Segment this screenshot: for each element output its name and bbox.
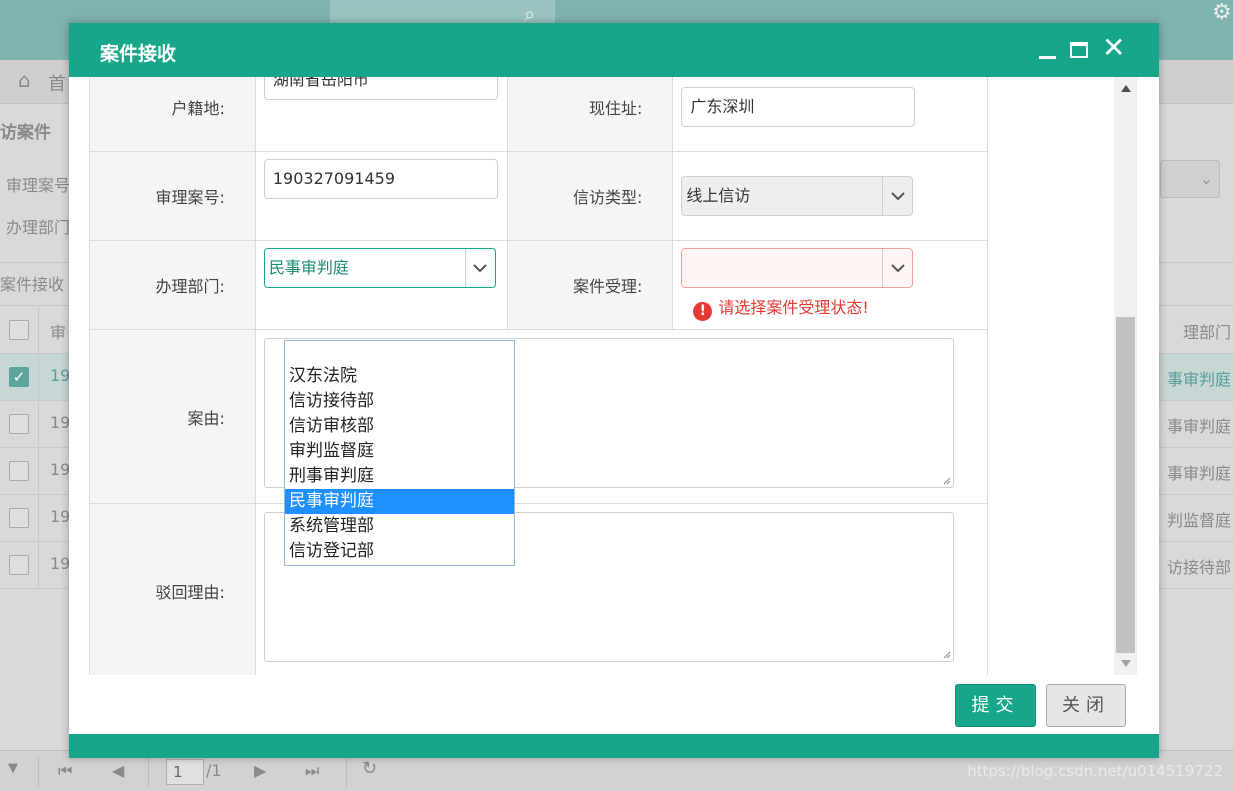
dialog-body[interactable]: 户籍地: 湖南省岳阳市 现住址: 广东深圳 审理案号: 190327091459… xyxy=(89,77,1138,675)
acceptance-select[interactable] xyxy=(681,248,914,288)
dropdown-option[interactable]: 信访登记部 xyxy=(285,539,514,564)
error-icon: ! xyxy=(693,302,713,321)
scroll-thumb[interactable] xyxy=(1116,317,1135,653)
dialog-header: 案件接收 ✕ xyxy=(69,23,1159,77)
row-checkbox[interactable] xyxy=(9,555,29,575)
reason-label: 案由: xyxy=(89,329,256,504)
acceptance-label: 案件受理: xyxy=(506,240,674,330)
row-checkbox[interactable] xyxy=(9,414,29,434)
grid-header-dept: 理部门 xyxy=(1182,323,1231,342)
chevron-down-icon[interactable] xyxy=(464,249,495,287)
gear-icon[interactable]: ⚙ xyxy=(1212,0,1232,25)
chevron-down-icon[interactable] xyxy=(882,249,912,287)
chevron-down-icon[interactable] xyxy=(882,177,912,215)
watermark: https://blog.csdn.net/u014519722 xyxy=(967,762,1223,780)
row-checkbox[interactable] xyxy=(9,461,29,481)
grid-header-case-no: 审 xyxy=(50,323,67,342)
case-form: 户籍地: 湖南省岳阳市 现住址: 广东深圳 审理案号: 190327091459… xyxy=(89,77,989,675)
dept-label: 办理部门: xyxy=(89,240,256,330)
dropdown-option[interactable] xyxy=(285,341,514,364)
filter-case-no-label: 审理案号 xyxy=(6,176,71,195)
dropdown-option[interactable]: 刑事审判庭 xyxy=(285,464,514,489)
tab-home[interactable]: 首 xyxy=(48,70,66,96)
address-label: 现住址: xyxy=(506,77,674,152)
reject-label: 驳回理由: xyxy=(89,503,256,675)
prev-page-icon[interactable]: ◀ xyxy=(112,761,124,780)
first-page-icon[interactable]: ⏮ xyxy=(58,761,72,781)
home-icon[interactable]: ⌂ xyxy=(18,68,31,92)
submit-button[interactable]: 提交 xyxy=(955,684,1036,727)
chevron-down-icon: ⌄ xyxy=(1199,169,1213,188)
maximize-icon xyxy=(1070,42,1088,58)
case-accept-dialog: 案件接收 ✕ 户籍地: 湖南省岳阳市 现住址: 广东深圳 审理案号: 19032… xyxy=(69,23,1159,758)
dept-dropdown-list: 汉东法院 信访接待部 信访审核部 审判监督庭 刑事审判庭 民事审判庭 系统管理部… xyxy=(284,340,515,566)
residence-input[interactable]: 湖南省岳阳市 xyxy=(263,77,498,100)
filter-dept-label: 办理部门 xyxy=(6,218,71,237)
page-size-dropdown[interactable]: ▼ xyxy=(8,761,18,776)
filter-select[interactable]: ⌄ xyxy=(1160,160,1220,198)
dropdown-option[interactable]: 信访审核部 xyxy=(285,414,514,439)
dialog-footer xyxy=(69,734,1159,758)
last-page-icon[interactable]: ⏭ xyxy=(305,761,319,781)
acceptance-error: ! 请选择案件受理状态! xyxy=(693,294,869,321)
petition-type-label: 信访类型: xyxy=(506,151,674,241)
row-checkbox[interactable]: ✓ xyxy=(9,367,29,387)
close-dialog-button[interactable]: ✕ xyxy=(1100,31,1126,64)
dropdown-option[interactable]: 审判监督庭 xyxy=(285,439,514,464)
scroll-up-icon[interactable] xyxy=(1121,85,1131,92)
next-page-icon[interactable]: ▶ xyxy=(254,761,266,780)
case-no-label: 审理案号: xyxy=(89,151,256,241)
toolbar-accept-button[interactable]: 案件接收 xyxy=(0,271,64,295)
dialog-scrollbar[interactable] xyxy=(1114,77,1137,675)
close-icon: ✕ xyxy=(1102,31,1126,64)
dialog-title: 案件接收 xyxy=(100,43,177,65)
scroll-down-icon[interactable] xyxy=(1121,660,1131,667)
case-no-input[interactable]: 190327091459 xyxy=(263,159,498,199)
resize-grip-icon[interactable] xyxy=(941,475,951,485)
page-total: /1 xyxy=(206,761,222,780)
dropdown-option[interactable]: 信访接待部 xyxy=(285,389,514,414)
petition-type-select[interactable]: 线上信访 xyxy=(681,176,914,216)
resize-grip-icon[interactable] xyxy=(941,649,951,659)
select-all-checkbox[interactable] xyxy=(9,320,29,340)
panel-title: 访案件 xyxy=(0,123,51,143)
maximize-button[interactable] xyxy=(1067,37,1093,63)
residence-label: 户籍地: xyxy=(89,77,256,152)
refresh-icon[interactable]: ↻ xyxy=(362,758,377,779)
minimize-icon xyxy=(1039,56,1056,59)
dropdown-option[interactable]: 汉东法院 xyxy=(285,364,514,389)
page-input[interactable]: 1 xyxy=(166,759,204,785)
close-button[interactable]: 关闭 xyxy=(1046,684,1126,727)
address-input[interactable]: 广东深圳 xyxy=(681,87,916,127)
dropdown-option-selected[interactable]: 民事审判庭 xyxy=(285,489,514,514)
dept-select[interactable]: 民事审判庭 xyxy=(263,248,496,288)
dropdown-option[interactable]: 系统管理部 xyxy=(285,514,514,539)
row-checkbox[interactable] xyxy=(9,508,29,528)
minimize-button[interactable] xyxy=(1035,37,1061,63)
